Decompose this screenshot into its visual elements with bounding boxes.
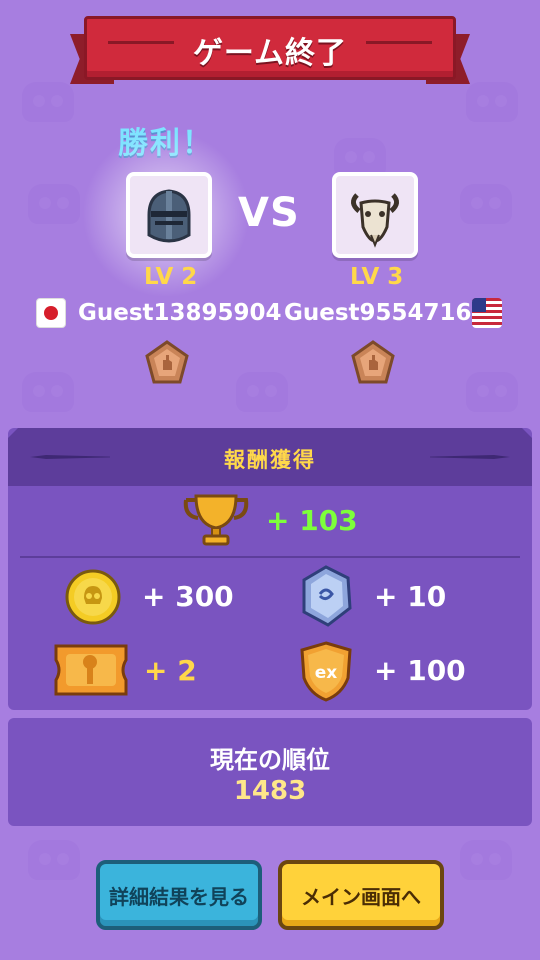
player2-rank-badge-icon (350, 340, 396, 390)
skull-pattern-icon (236, 372, 288, 412)
coin-reward-value: + 300 (142, 580, 234, 613)
skull-pattern-icon (460, 840, 512, 880)
exp-badge-label: ex (315, 663, 338, 683)
rewards-panel: 報酬獲得 + 103 + 300 + 10 + 2 ex + 100 (8, 428, 532, 710)
title-ribbon: ゲーム終了 (70, 16, 470, 84)
exp-shield-icon: ex (300, 641, 352, 702)
rewards-divider (20, 556, 520, 558)
player1-name: Guest13895904 (78, 300, 282, 326)
current-rank-value: 1483 (233, 776, 307, 806)
main-screen-button[interactable]: メイン画面へ (278, 860, 444, 930)
player1-avatar[interactable] (126, 172, 212, 258)
us-flag-icon (472, 298, 502, 328)
trophy-reward-value: + 103 (266, 504, 358, 537)
player2-avatar[interactable] (332, 172, 418, 258)
skull-pattern-icon (28, 184, 80, 224)
player1-rank-badge-icon (144, 340, 190, 390)
skull-pattern-icon (466, 372, 518, 412)
game-over-title: ゲーム終了 (192, 36, 348, 71)
gem-reward-value: + 10 (374, 580, 447, 613)
exp-reward-value: + 100 (374, 654, 466, 687)
skull-pattern-icon (466, 82, 518, 122)
view-details-button[interactable]: 詳細結果を見る (96, 860, 262, 930)
japan-flag-icon (36, 298, 66, 328)
ticket-reward-value: + 2 (144, 654, 197, 687)
skull-pattern-icon (28, 840, 80, 880)
skull-pattern-icon (22, 372, 74, 412)
player1-level: LV 2 (144, 264, 198, 290)
versus-label: VS (238, 190, 300, 236)
player2-name: Guest95547166 (284, 300, 488, 326)
trophy-icon (183, 494, 249, 546)
skull-pattern-icon (460, 184, 512, 224)
ticket-icon (54, 644, 128, 696)
skull-pattern-icon (22, 82, 74, 122)
goat-icon (351, 193, 399, 248)
current-rank-label: 現在の順位 (210, 746, 330, 774)
rune-stone-icon (302, 565, 352, 627)
skull-coin-icon (65, 569, 121, 625)
knight-helmet-icon (147, 189, 191, 243)
player2-level: LV 3 (350, 264, 404, 290)
rewards-title: 報酬獲得 (224, 448, 316, 472)
